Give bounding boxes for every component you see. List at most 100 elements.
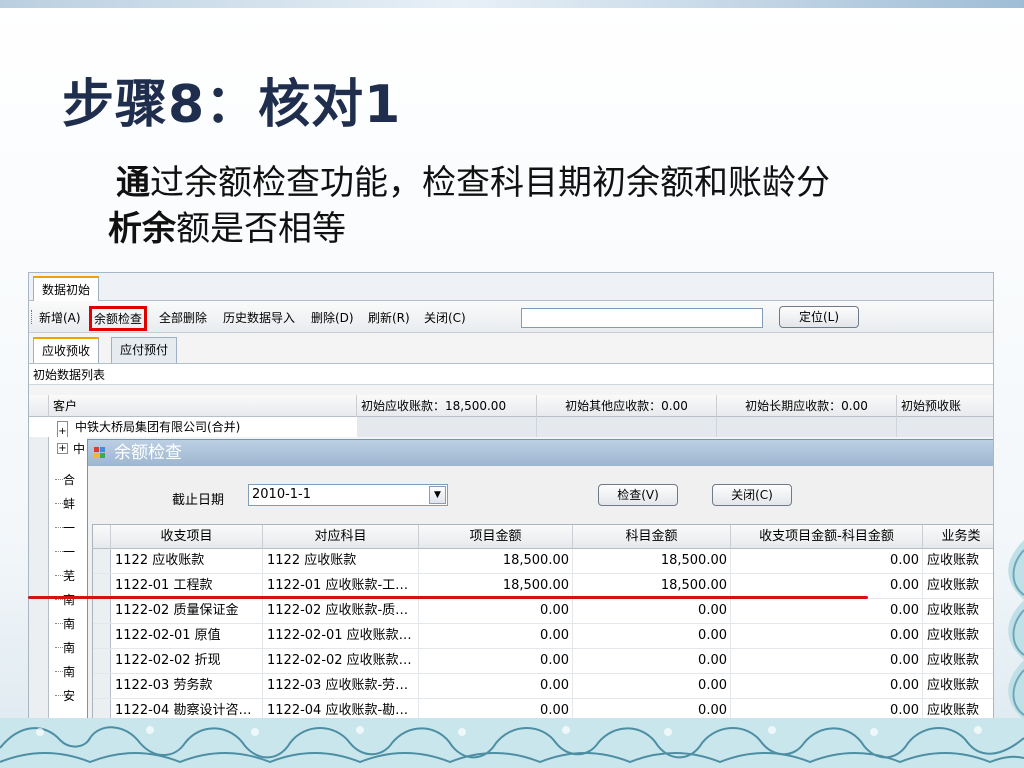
close-button[interactable]: 关闭(C) [424,309,466,326]
table-row[interactable]: 1122-02-01 原值 1122-02-01 应收账款… 0.00 0.00 0.0… [93,624,993,649]
refresh-button[interactable]: 刷新(R) [368,309,410,326]
cell-income-item: 1122-04 勘察设计咨… [111,699,263,719]
cell-item-amount: 18,500.00 [419,574,573,598]
top-decoration-strip [0,0,1024,8]
row-indicator[interactable] [93,699,111,719]
cell-difference: 0.00 [731,649,923,673]
expand-icon[interactable]: + [57,443,68,454]
cell-difference: 0.00 [731,599,923,623]
cell-item-amount: 0.00 [419,599,573,623]
cell-account-amount: 0.00 [573,674,731,698]
tree-line [55,695,63,696]
cell-account: 1122-02-01 应收账款… [263,624,419,648]
tab-data-init[interactable]: 数据初始 [33,276,100,301]
col-difference[interactable]: 收支项目金额-科目金额 [731,525,923,549]
tree-line [55,575,63,576]
row-indicator[interactable] [93,549,111,573]
toolbar: 新增(A) 余额检查 全部删除 历史数据导入 删除(D) 刷新(R) 关闭(C)… [29,301,993,333]
table-row[interactable]: 1122-02-02 折现 1122-02-02 应收账款… 0.00 0.00 0.0… [93,649,993,674]
grid-header: 客户 初始应收账款：18,500.00 初始其他应收款：0.00 初始长期应收款… [29,395,993,417]
table-row[interactable]: + 中铁大桥局集团有限公司(合并) [29,417,993,441]
col-account[interactable]: 对应科目 [263,525,419,549]
tree-line [55,671,63,672]
col-initial-other[interactable]: 初始其他应收款：0.00 [537,395,717,417]
locate-input[interactable] [521,308,763,328]
cutoff-date-input[interactable]: 2010-1-1 ▼ [248,484,448,506]
col-item-amount[interactable]: 项目金额 [419,525,573,549]
cell-account: 1122-02 应收账款-质… [263,599,419,623]
cell-business-type: 应收账款 [923,649,993,673]
col-initial-receivable[interactable]: 初始应收账款：18,500.00 [357,395,537,417]
cell-difference: 0.00 [731,624,923,648]
tree-item[interactable]: 蚌 [63,495,75,512]
grid-corner [29,395,49,417]
slide-title: 步骤8：核对1 [62,75,402,135]
col-customer[interactable]: 客户 [49,395,357,417]
cell-business-type: 应收账款 [923,549,993,573]
chevron-down-icon[interactable]: ▼ [429,486,446,504]
tree-item[interactable]: 一 [63,543,75,560]
cell-income-item: 1122-01 工程款 [111,574,263,598]
cell-account: 1122-03 应收账款-劳… [263,674,419,698]
table-row[interactable]: 1122-03 劳务款 1122-03 应收账款-劳… 0.00 0.00 0.00 应收… [93,674,993,699]
col-business-type[interactable]: 业务类 [923,525,993,549]
cell-shade [717,417,897,437]
col-initial-advance[interactable]: 初始预收账 [897,395,993,417]
tree-item[interactable]: 南 [63,639,75,656]
balance-check-grid: 收支项目 对应科目 项目金额 科目金额 收支项目金额-科目金额 业务类 1122… [92,524,993,719]
col-income-item[interactable]: 收支项目 [111,525,263,549]
row-indicator[interactable] [93,624,111,648]
delete-button[interactable]: 删除(D) [311,309,354,326]
cell-income-item: 1122 应收账款 [111,549,263,573]
row-indicator[interactable] [93,674,111,698]
body-line-1-text: 过余额检查功能，检查科目期初余额和账龄分 [150,163,830,203]
cell-item-amount: 0.00 [419,674,573,698]
cell-business-type: 应收账款 [923,599,993,623]
tree-item[interactable]: 安 [63,687,75,704]
dialog-title: 余额检查 [114,443,182,463]
row-indicator[interactable] [93,574,111,598]
cell-shade [897,417,993,437]
tree-item[interactable]: 南 [63,591,75,608]
check-button[interactable]: 检查(V) [598,484,678,506]
tree-item[interactable]: 合 [63,471,75,488]
side-wave-decoration [1008,540,1024,720]
row-indicator[interactable] [93,599,111,623]
tree-item[interactable]: 中 [73,440,85,457]
table-row[interactable]: 1122-04 勘察设计咨… 1122-04 应收账款-勘… 0.00 0.00 0.0… [93,699,993,719]
cell-income-item: 1122-02-02 折现 [111,649,263,673]
cell-business-type: 应收账款 [923,574,993,598]
tree-item[interactable]: 南 [63,663,75,680]
col-account-amount[interactable]: 科目金额 [573,525,731,549]
tree-line [55,647,63,648]
tree-item[interactable]: 芜 [63,567,75,584]
tree-line [55,479,63,480]
tree-line [55,551,63,552]
tab-receivable[interactable]: 应收预收 [33,337,100,363]
new-button[interactable]: 新增(A) [39,309,81,326]
tree-item[interactable]: 南 [63,615,75,632]
body-line-2-text: 额是否相等 [176,209,346,249]
tree-item[interactable]: 一 [63,519,75,536]
grid-corner [93,525,111,549]
cell-account-amount: 0.00 [573,624,731,648]
table-row[interactable]: 1122 应收账款 1122 应收账款 18,500.00 18,500.00 0.00… [93,549,993,574]
locate-button[interactable]: 定位(L) [779,306,859,328]
cell-business-type: 应收账款 [923,624,993,648]
tab-payable[interactable]: 应付预付 [111,337,178,363]
row-indicator[interactable] [93,649,111,673]
table-row[interactable]: 1122-02 质量保证金 1122-02 应收账款-质… 0.00 0.00 0.00… [93,599,993,624]
col-initial-long-term[interactable]: 初始长期应收款：0.00 [717,395,897,417]
delete-all-button[interactable]: 全部删除 [159,309,207,326]
tree-line [55,623,63,624]
balance-check-button[interactable]: 余额检查 [89,306,148,331]
sub-tabbar: 应收预收 应付预付 [29,333,993,363]
cell-account-amount: 18,500.00 [573,574,731,598]
cutoff-date-label: 截止日期 [172,493,225,508]
cell-difference: 0.00 [731,699,923,719]
wave-pattern-decoration [0,718,1024,768]
dialog-close-button[interactable]: 关闭(C) [712,484,792,506]
body-line-1: 通过余额检查功能，检查科目期初余额和账龄分 [108,160,968,206]
import-history-button[interactable]: 历史数据导入 [223,309,295,326]
dialog-titlebar[interactable]: 余额检查 [88,440,993,466]
